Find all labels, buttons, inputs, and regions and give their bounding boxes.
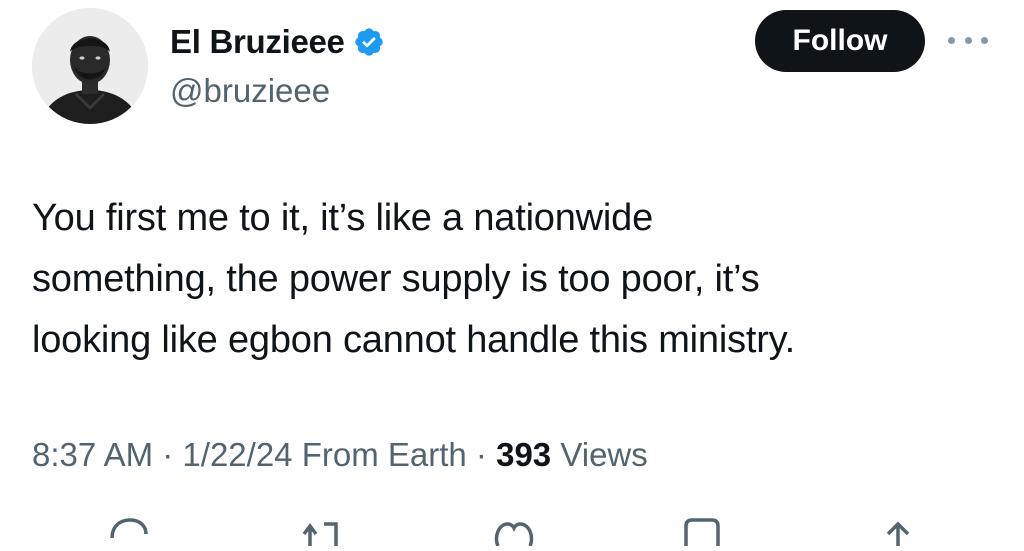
avatar-photo <box>32 8 148 124</box>
bookmark-icon[interactable] <box>680 516 724 546</box>
retweet-icon[interactable] <box>302 516 346 546</box>
action-bar <box>0 508 1024 548</box>
meta-separator: · <box>162 436 174 473</box>
meta-separator: · <box>475 436 487 473</box>
verified-badge-icon[interactable] <box>353 26 385 58</box>
views-label: Views <box>560 436 648 473</box>
user-handle[interactable]: @bruzieee <box>170 72 330 110</box>
name-row: El Bruzieee <box>170 22 385 62</box>
follow-button[interactable]: Follow <box>755 10 925 72</box>
more-options-icon[interactable] <box>948 30 988 50</box>
like-icon[interactable] <box>492 516 536 547</box>
reply-icon[interactable] <box>106 516 150 546</box>
display-name[interactable]: El Bruzieee <box>170 23 345 61</box>
tweet-text: You first me to it, it’s like a nationwi… <box>32 197 796 361</box>
tweet-header: El Bruzieee @bruzieee Follow <box>0 0 1024 140</box>
tweet-time[interactable]: 8:37 AM <box>32 436 153 473</box>
tweet-source: From Earth <box>301 436 467 473</box>
share-icon[interactable] <box>876 516 920 546</box>
avatar[interactable] <box>32 8 148 124</box>
tweet-date[interactable]: 1/22/24 <box>182 436 292 473</box>
views-count: 393 <box>496 436 552 473</box>
tweet-metadata: 8:37 AM · 1/22/24 From Earth · 393 Views <box>32 436 648 474</box>
